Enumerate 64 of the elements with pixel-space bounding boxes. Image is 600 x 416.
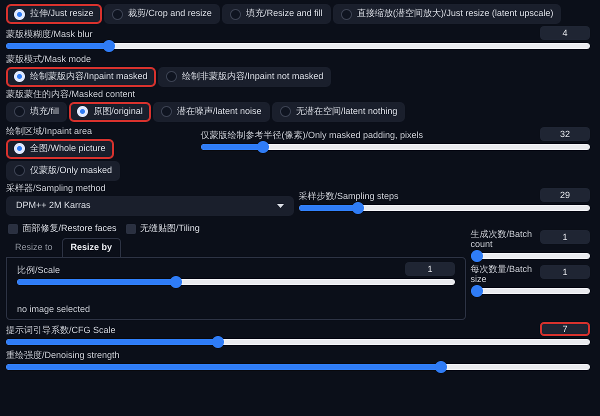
radio-option[interactable]: 无潜在空间/latent nothing [272, 102, 406, 122]
checkbox[interactable] [126, 224, 136, 234]
checkbox-option[interactable]: 无缝贴图/Tiling [126, 222, 200, 236]
radio-button[interactable] [166, 71, 177, 82]
slider-track[interactable] [470, 288, 590, 294]
radio-option[interactable]: 原图/original [69, 102, 151, 122]
number-field[interactable]: 4 [540, 26, 590, 40]
sampler-dropdown[interactable]: DPM++ 2M Karras [6, 196, 294, 216]
radio-option[interactable]: 全图/Whole picture [6, 138, 114, 159]
slider-track[interactable] [6, 338, 590, 345]
radio-option[interactable]: 填充/Resize and fill [222, 4, 331, 24]
slider-label: 仅蒙版绘制参考半径(像素)/Only masked padding, pixels [200, 130, 424, 141]
radio-option[interactable]: 填充/fill [6, 102, 67, 122]
slider-thumb[interactable] [470, 250, 482, 262]
radio-button[interactable] [14, 165, 25, 176]
slider-label: 重绘强度/Denoising strength [6, 350, 120, 361]
radio-option[interactable]: 绘制蒙版内容/Inpaint masked [6, 66, 156, 87]
slider-track[interactable] [6, 43, 590, 49]
slider-thumb[interactable] [435, 360, 447, 373]
slider-label: 提示词引导系数/CFG Scale [6, 326, 116, 336]
number-field[interactable]: 1 [540, 230, 590, 244]
radio-button[interactable] [112, 8, 123, 20]
slider-thumb[interactable] [352, 202, 364, 214]
radio-button[interactable] [161, 106, 172, 118]
number-field[interactable]: 32 [540, 126, 590, 141]
slider-thumb[interactable] [257, 140, 270, 153]
radio-button[interactable] [340, 8, 352, 20]
section-label: 采样器/Sampling method [6, 184, 107, 194]
radio-option[interactable]: 直接缩放(潜空间放大)/Just resize (latent upscale) [332, 4, 562, 24]
radio-option[interactable]: 绘制非蒙版内容/Inpaint not masked [158, 66, 332, 87]
checkbox[interactable] [8, 224, 18, 234]
radio-button[interactable] [14, 106, 25, 118]
slider-label: 采样步数/Sampling steps [298, 192, 399, 202]
number-field[interactable]: 7 [540, 322, 590, 336]
slider-label: 比例/Scale [17, 266, 60, 276]
section-label: 绘制区域/Inpaint area [6, 126, 94, 137]
section-label: 蒙版模式/Mask mode [6, 55, 92, 65]
slider-label: 蒙版模糊度/Mask blur [6, 30, 93, 40]
slider-track[interactable] [298, 204, 590, 211]
checkbox-option[interactable]: 面部修复/Restore faces [8, 222, 117, 236]
number-field[interactable]: 1 [405, 262, 455, 276]
caret-icon [277, 204, 284, 208]
number-field[interactable]: 1 [540, 265, 590, 280]
slider-label: 每次数量/Batch size [470, 265, 534, 285]
slider-thumb[interactable] [212, 336, 224, 348]
slider-thumb[interactable] [170, 276, 182, 288]
tab[interactable]: Resize by [62, 238, 122, 257]
status-text: no image selected [17, 304, 92, 315]
section-label: 蒙版蒙住的内容/Masked content [6, 90, 136, 100]
radio-option[interactable]: 裁剪/Crop and resize [104, 4, 220, 24]
slider-track[interactable] [6, 364, 590, 370]
radio-option[interactable]: 潜在噪声/latent noise [153, 102, 270, 122]
radio-button[interactable] [280, 106, 291, 118]
radio-option[interactable]: 拉伸/Just resize [6, 4, 102, 24]
radio-option[interactable]: 仅蒙版/Only masked [6, 160, 120, 181]
slider-track[interactable] [470, 253, 590, 260]
slider-thumb[interactable] [103, 40, 116, 52]
number-field[interactable]: 29 [540, 188, 590, 202]
slider-thumb[interactable] [470, 284, 482, 297]
slider-track[interactable] [200, 144, 590, 150]
slider-label: 生成次数/Batch count [470, 230, 534, 250]
slider-track[interactable] [17, 278, 455, 285]
radio-button[interactable] [230, 8, 242, 20]
tab[interactable]: Resize to [6, 238, 62, 257]
